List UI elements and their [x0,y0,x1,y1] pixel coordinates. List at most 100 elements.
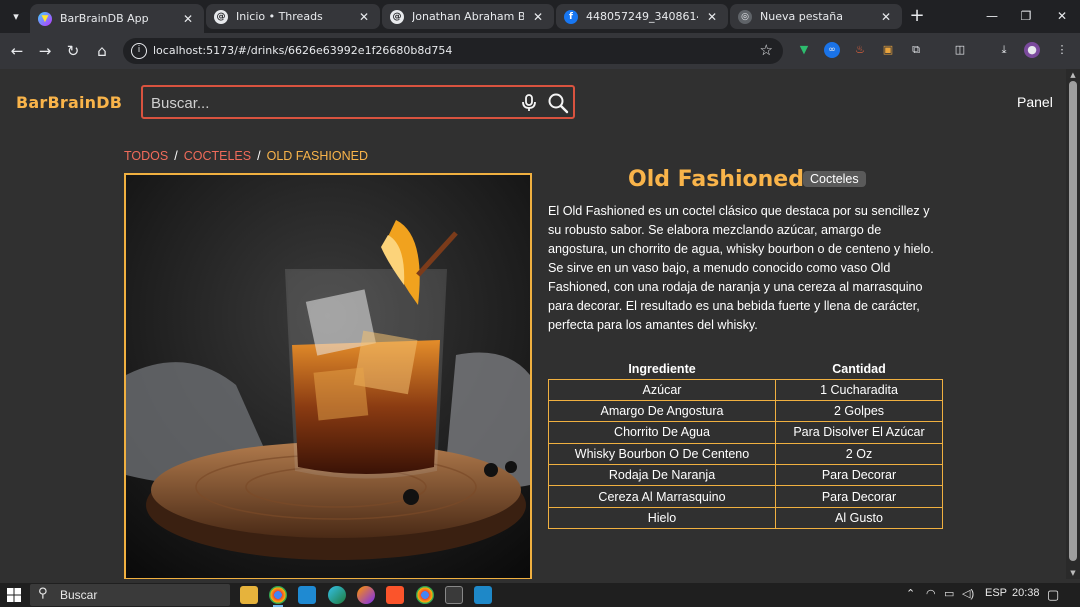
home-icon[interactable]: ⌂ [91,40,113,62]
tab-title: Inicio • Threads [236,10,323,23]
profile-avatar[interactable]: ● [1024,42,1040,58]
table-row: Hielo Al Gusto [548,506,943,530]
volume-icon[interactable]: ◁) [962,587,974,600]
brand-logo[interactable]: BarBrainDB [16,93,122,112]
tab-title: 448057249_34086148960 [586,10,698,23]
page-scrollbar[interactable]: ▲ ▼ [1066,69,1080,579]
address-bar[interactable]: i localhost:5173/#/drinks/6626e63992e1f2… [123,38,783,64]
notifications-icon[interactable]: ▢ [1047,587,1059,603]
table-row: Azúcar 1 Cucharadita [548,378,943,401]
terminal-icon[interactable] [445,586,463,604]
quantity-cell: 1 Cucharadita [775,378,943,401]
tab-barbraindb[interactable]: ▼ BarBrainDB App ✕ [30,4,204,33]
browser-menu-icon[interactable]: ⋮ [1054,42,1070,58]
ingredient-cell: Whisky Bourbon O De Centeno [548,442,776,466]
ingredient-cell: Cereza Al Marrasquino [548,485,776,508]
network-icon[interactable]: ◠ [926,587,936,600]
microphone-icon[interactable] [519,93,539,113]
minimize-icon[interactable]: — [980,6,1004,26]
windows-start-icon[interactable] [6,587,22,603]
url-text[interactable]: localhost:5173/#/drinks/6626e63992e1f266… [153,44,452,57]
breadcrumb-separator: / [257,149,261,163]
breadcrumb-todos[interactable]: TODOS [124,149,168,163]
old-fashioned-glass-image [126,175,530,578]
page-content: BarBrainDB Panel TODOS / COCTELES / OLD FASH… [0,69,1066,579]
breadcrumb: TODOS / COCTELES / OLD FASHIONED [124,149,368,163]
breadcrumb-current: OLD FASHIONED [266,149,369,163]
window-close-icon[interactable]: ✕ [1050,6,1074,26]
brave-icon[interactable] [386,586,404,604]
download-icon[interactable]: ⤓ [996,42,1012,58]
quantity-cell: 2 Golpes [775,399,943,423]
tab-search-chevron-icon[interactable]: ▾ [6,6,26,26]
cast-extension-icon[interactable]: ▣ [880,42,896,58]
close-tab-icon[interactable]: ✕ [704,10,720,24]
flame-extension-icon[interactable]: ♨ [852,42,868,58]
ingredient-header: Ingrediente [628,361,696,376]
tab-facebook-image[interactable]: f 448057249_34086148960 ✕ [556,4,728,29]
search-icon[interactable] [547,92,569,114]
firefox-icon[interactable] [357,586,375,604]
extension-circle-icon[interactable]: ∞ [824,42,840,58]
bookmark-star-icon[interactable]: ☆ [760,41,773,59]
breadcrumb-separator: / [174,149,178,163]
search-box [141,85,575,119]
edge-icon[interactable] [328,586,346,604]
forward-arrow-icon[interactable]: → [34,40,56,62]
vscode-icon[interactable] [298,586,316,604]
table-row: Amargo De Angostura 2 Golpes [548,399,943,423]
breadcrumb-cocteles[interactable]: COCTELES [184,149,251,163]
drink-description: El Old Fashioned es un coctel clásico qu… [548,204,934,332]
clock[interactable]: 20:38 [1012,587,1040,599]
ingredient-cell: Hielo [548,506,776,530]
scrollbar-thumb[interactable] [1069,81,1077,561]
quantity-cell: 2 Oz [775,442,943,466]
scroll-down-arrow-icon[interactable]: ▼ [1069,569,1077,577]
tray-chevron-icon[interactable]: ⌃ [906,587,915,600]
scroll-up-arrow-icon[interactable]: ▲ [1069,71,1077,79]
extensions-puzzle-icon[interactable]: ⧉ [908,42,924,58]
site-info-icon[interactable]: i [131,43,147,59]
close-tab-icon[interactable]: ✕ [530,10,546,24]
close-tab-icon[interactable]: ✕ [878,10,894,24]
sidepanel-icon[interactable]: ◫ [952,42,968,58]
quantity-cell: Para Decorar [775,464,943,487]
chrome-alt-icon[interactable] [416,586,434,604]
battery-icon[interactable]: ▭ [944,587,954,600]
vite-icon: ▼ [38,11,52,26]
search-input[interactable] [151,93,501,113]
drink-photo [124,173,532,579]
table-row: Rodaja De Naranja Para Decorar [548,464,943,487]
ingredients-table: Ingrediente Cantidad Azúcar 1 Cucharadita… [548,359,943,530]
drink-title: Old Fashioned [628,167,804,192]
back-arrow-icon[interactable]: ← [6,40,28,62]
close-tab-icon[interactable]: ✕ [180,12,196,26]
tab-new-tab[interactable]: ◎ Nueva pestaña ✕ [730,4,902,29]
windows-taskbar: ⚲ Buscar ⌃ ◠ ▭ ◁) ESP 20:38 ▢ [0,583,1080,607]
file-explorer-icon[interactable] [240,586,258,604]
tab-threads-home[interactable]: @ Inicio • Threads ✕ [206,4,380,29]
close-tab-icon[interactable]: ✕ [356,10,372,24]
browser-toolbar: ← → ↻ ⌂ i localhost:5173/#/drinks/6626e6… [0,33,1080,69]
search-icon: ⚲ [38,586,48,601]
reload-icon[interactable]: ↻ [62,40,84,62]
vuejs-extension-icon[interactable]: ▼ [796,42,812,58]
tab-title: Jonathan Abraham Bartolom [412,10,524,23]
panel-link[interactable]: Panel [1017,94,1053,110]
taskbar-search[interactable]: ⚲ Buscar [30,584,230,606]
tab-threads-profile[interactable]: @ Jonathan Abraham Bartolom ✕ [382,4,554,29]
browser-tab-strip: ▾ ▼ BarBrainDB App ✕ @ Inicio • Threads … [0,0,1080,33]
table-row: Chorrito De Agua Para Disolver El Azúcar [548,421,943,444]
category-badge[interactable]: Cocteles [803,171,866,187]
ingredient-cell: Amargo De Angostura [548,399,776,423]
new-tab-plus-icon[interactable]: + [906,6,928,28]
restore-icon[interactable]: ❐ [1014,6,1038,26]
language-indicator[interactable]: ESP [985,587,1007,599]
app-icon[interactable] [474,586,492,604]
chrome-icon[interactable] [269,586,287,607]
taskbar-search-label: Buscar [60,588,98,602]
ingredient-cell: Azúcar [548,378,776,401]
table-row: Whisky Bourbon O De Centeno 2 Oz [548,442,943,466]
ingredient-cell: Chorrito De Agua [548,421,776,444]
facebook-icon: f [564,9,578,24]
